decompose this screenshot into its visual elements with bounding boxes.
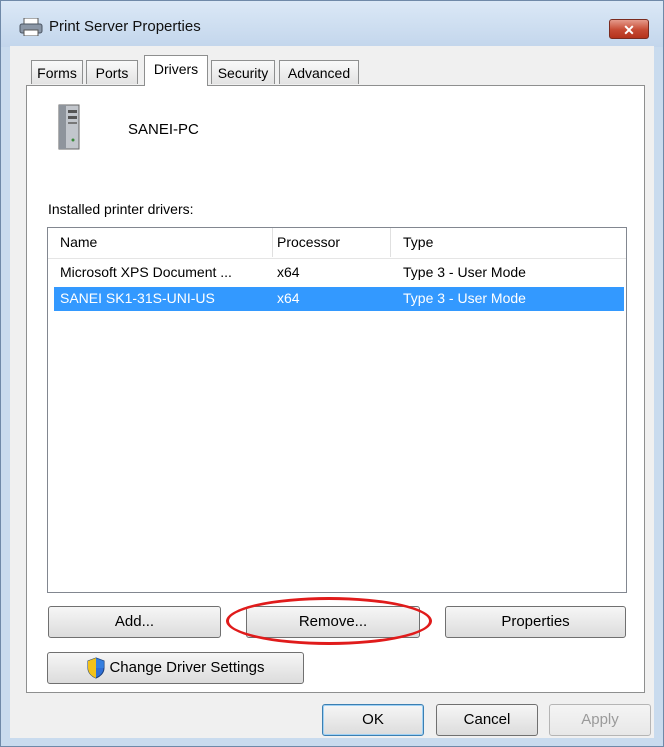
close-button[interactable]: ✕ [609, 19, 649, 39]
change-driver-settings-label: Change Driver Settings [109, 659, 265, 676]
driver-processor: x64 [277, 264, 300, 280]
column-divider[interactable] [390, 228, 391, 257]
uac-shield-icon [87, 657, 105, 679]
cancel-button[interactable]: Cancel [436, 704, 538, 736]
driver-name: SANEI SK1-31S-UNI-US [60, 290, 215, 306]
column-header-processor[interactable]: Processor [277, 234, 340, 250]
add-button[interactable]: Add... [48, 606, 221, 638]
window-title: Print Server Properties [49, 18, 201, 35]
driver-type: Type 3 - User Mode [403, 264, 526, 280]
close-icon: ✕ [623, 22, 635, 38]
apply-button[interactable]: Apply [549, 704, 651, 736]
driver-type: Type 3 - User Mode [403, 290, 526, 306]
properties-button[interactable]: Properties [445, 606, 626, 638]
column-divider[interactable] [272, 228, 273, 257]
driver-processor: x64 [277, 290, 300, 306]
list-item-selected[interactable]: SANEI SK1-31S-UNI-US x64 Type 3 - User M… [54, 287, 624, 311]
remove-button[interactable]: Remove... [246, 606, 420, 638]
tab-ports[interactable]: Ports [86, 60, 138, 84]
list-header: Name Processor Type [48, 228, 626, 259]
column-header-name[interactable]: Name [60, 234, 97, 250]
tab-drivers[interactable]: Drivers [144, 55, 208, 86]
installed-drivers-label: Installed printer drivers: [48, 201, 194, 217]
installed-drivers-list[interactable]: Name Processor Type Microsoft XPS Docume… [47, 227, 627, 593]
tab-security[interactable]: Security [211, 60, 275, 84]
printer-icon [19, 18, 43, 36]
list-item[interactable]: Microsoft XPS Document ... x64 Type 3 - … [54, 261, 624, 285]
tab-advanced[interactable]: Advanced [279, 60, 359, 84]
server-tower-icon [58, 104, 80, 150]
tab-forms[interactable]: Forms [31, 60, 83, 84]
title-bar[interactable]: Print Server Properties ✕ [1, 1, 663, 47]
driver-name: Microsoft XPS Document ... [60, 264, 232, 280]
column-header-type[interactable]: Type [403, 234, 433, 250]
change-driver-settings-button[interactable]: Change Driver Settings [47, 652, 304, 684]
ok-button[interactable]: OK [322, 704, 424, 736]
server-name: SANEI-PC [128, 121, 199, 138]
